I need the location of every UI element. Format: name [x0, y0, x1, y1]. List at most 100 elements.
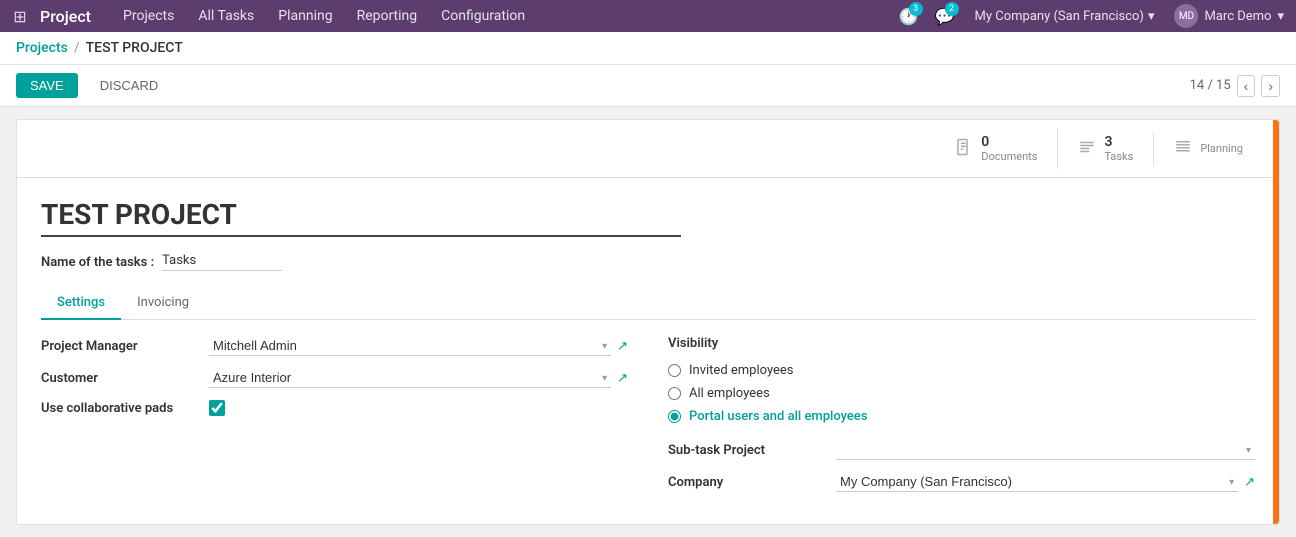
user-dropdown-icon: ▾ [1277, 9, 1284, 24]
visibility-invited-radio[interactable] [668, 364, 681, 377]
user-menu[interactable]: MD Marc Demo ▾ [1170, 4, 1288, 28]
topbar-right: 🕐 3 💬 2 My Company (San Francisco) ▾ MD … [895, 2, 1288, 30]
company-selector[interactable]: My Company (San Francisco) ▾ [967, 9, 1163, 24]
project-manager-select[interactable]: Mitchell Admin [209, 336, 611, 356]
nav-configuration[interactable]: Configuration [429, 0, 537, 32]
collab-pads-checkbox[interactable] [209, 400, 225, 416]
main-nav: Projects All Tasks Planning Reporting Co… [111, 0, 537, 32]
customer-value: Azure Interior ▾ ↗ [209, 368, 628, 388]
breadcrumb-parent[interactable]: Projects [16, 40, 68, 56]
tab-invoicing[interactable]: Invoicing [121, 287, 205, 320]
subtask-project-value: ▾ [836, 440, 1255, 460]
form-area: TEST PROJECT Name of the tasks : Tasks S… [17, 178, 1279, 524]
subtask-project-label: Sub-task Project [668, 443, 828, 458]
nav-reporting[interactable]: Reporting [345, 0, 430, 32]
breadcrumb-bar: Projects / TEST PROJECT [0, 32, 1296, 65]
name-of-tasks-label: Name of the tasks : [41, 255, 154, 270]
project-manager-row: Project Manager Mitchell Admin ▾ ↗ [41, 336, 628, 356]
project-title[interactable]: TEST PROJECT [41, 198, 681, 237]
visibility-portal-label: Portal users and all employees [689, 409, 868, 424]
visibility-invited-label: Invited employees [689, 363, 794, 378]
activity-button[interactable]: 🕐 3 [895, 2, 923, 30]
documents-icon [955, 138, 973, 160]
pager-text: 14 / 15 [1190, 78, 1231, 93]
visibility-label: Visibility [668, 336, 828, 351]
visibility-all-radio[interactable] [668, 387, 681, 400]
discard-button[interactable]: DISCARD [86, 73, 173, 98]
visibility-all[interactable]: All employees [668, 386, 1255, 401]
visibility-header-row: Visibility [668, 336, 1255, 351]
tasks-icon [1078, 138, 1096, 160]
stat-planning[interactable]: Planning [1153, 132, 1263, 166]
breadcrumb-separator: / [74, 40, 80, 56]
grid-menu-icon[interactable]: ⊞ [8, 4, 32, 28]
pager: 14 / 15 ‹ › [1190, 75, 1280, 97]
stat-documents-number: 0 [981, 134, 1037, 150]
company-select-wrapper: My Company (San Francisco) ▾ [836, 472, 1238, 492]
stat-documents-text: 0 Documents [981, 134, 1037, 163]
breadcrumb: Projects / TEST PROJECT [16, 40, 1280, 64]
project-card: 0 Documents 3 Tasks [16, 119, 1280, 525]
stat-tasks[interactable]: 3 Tasks [1057, 128, 1153, 169]
stat-tasks-label: Tasks [1104, 150, 1133, 163]
name-of-tasks-value[interactable]: Tasks [162, 253, 282, 271]
topbar-left: ⊞ Project Projects All Tasks Planning Re… [8, 0, 537, 32]
stat-documents[interactable]: 0 Documents [935, 128, 1057, 169]
topbar: ⊞ Project Projects All Tasks Planning Re… [0, 0, 1296, 32]
planning-icon [1174, 138, 1192, 160]
customer-row: Customer Azure Interior ▾ ↗ [41, 368, 628, 388]
content-area: 0 Documents 3 Tasks [0, 107, 1296, 537]
customer-external-link-icon[interactable]: ↗ [617, 371, 628, 386]
company-dropdown-icon: ▾ [1148, 9, 1155, 24]
visibility-invited[interactable]: Invited employees [668, 363, 1255, 378]
project-manager-external-link-icon[interactable]: ↗ [617, 339, 628, 354]
stat-tasks-text: 3 Tasks [1104, 134, 1133, 163]
customer-label: Customer [41, 371, 201, 386]
subtask-project-select[interactable] [836, 440, 1255, 460]
visibility-radio-group: Invited employees All employees Portal u… [668, 363, 1255, 424]
visibility-portal[interactable]: Portal users and all employees [668, 409, 1255, 424]
nav-projects[interactable]: Projects [111, 0, 186, 32]
visibility-all-label: All employees [689, 386, 770, 401]
settings-grid: Project Manager Mitchell Admin ▾ ↗ [41, 336, 1255, 504]
project-manager-label: Project Manager [41, 339, 201, 354]
pager-next[interactable]: › [1261, 75, 1280, 97]
message-badge: 2 [945, 2, 959, 16]
pager-prev[interactable]: ‹ [1237, 75, 1256, 97]
messages-button[interactable]: 💬 2 [931, 2, 959, 30]
save-button[interactable]: SAVE [16, 73, 78, 98]
company-value: My Company (San Francisco) ▾ ↗ [836, 472, 1255, 492]
company-label: Company [668, 475, 828, 490]
action-bar: SAVE DISCARD 14 / 15 ‹ › [0, 65, 1296, 107]
left-column: Project Manager Mitchell Admin ▾ ↗ [41, 336, 628, 504]
project-manager-select-wrapper: Mitchell Admin ▾ [209, 336, 611, 356]
nav-all-tasks[interactable]: All Tasks [186, 0, 266, 32]
form-tabs: Settings Invoicing [41, 287, 1255, 320]
user-name: Marc Demo [1204, 9, 1271, 24]
app-title: Project [40, 7, 91, 26]
user-avatar: MD [1174, 4, 1198, 28]
project-manager-value: Mitchell Admin ▾ ↗ [209, 336, 628, 356]
breadcrumb-current: TEST PROJECT [86, 40, 183, 56]
stat-planning-label: Planning [1200, 142, 1243, 155]
company-name: My Company (San Francisco) [975, 9, 1144, 24]
company-select[interactable]: My Company (San Francisco) [836, 472, 1238, 492]
activity-badge: 3 [909, 2, 923, 16]
name-of-tasks-field: Name of the tasks : Tasks [41, 253, 1255, 271]
collab-pads-label: Use collaborative pads [41, 401, 201, 416]
collab-pads-row: Use collaborative pads [41, 400, 628, 416]
stat-tasks-number: 3 [1104, 134, 1133, 150]
subtask-project-select-wrapper: ▾ [836, 440, 1255, 460]
customer-select-wrapper: Azure Interior ▾ [209, 368, 611, 388]
stat-documents-label: Documents [981, 150, 1037, 163]
stat-planning-text: Planning [1200, 142, 1243, 155]
status-bar [1273, 120, 1279, 524]
customer-select[interactable]: Azure Interior [209, 368, 611, 388]
tab-settings[interactable]: Settings [41, 287, 121, 320]
company-row: Company My Company (San Francisco) ▾ ↗ [668, 472, 1255, 492]
right-column: Visibility Invited employees All employe… [668, 336, 1255, 504]
visibility-portal-radio[interactable] [668, 410, 681, 423]
stats-bar: 0 Documents 3 Tasks [17, 120, 1279, 178]
company-external-link-icon[interactable]: ↗ [1244, 475, 1255, 490]
nav-planning[interactable]: Planning [266, 0, 344, 32]
